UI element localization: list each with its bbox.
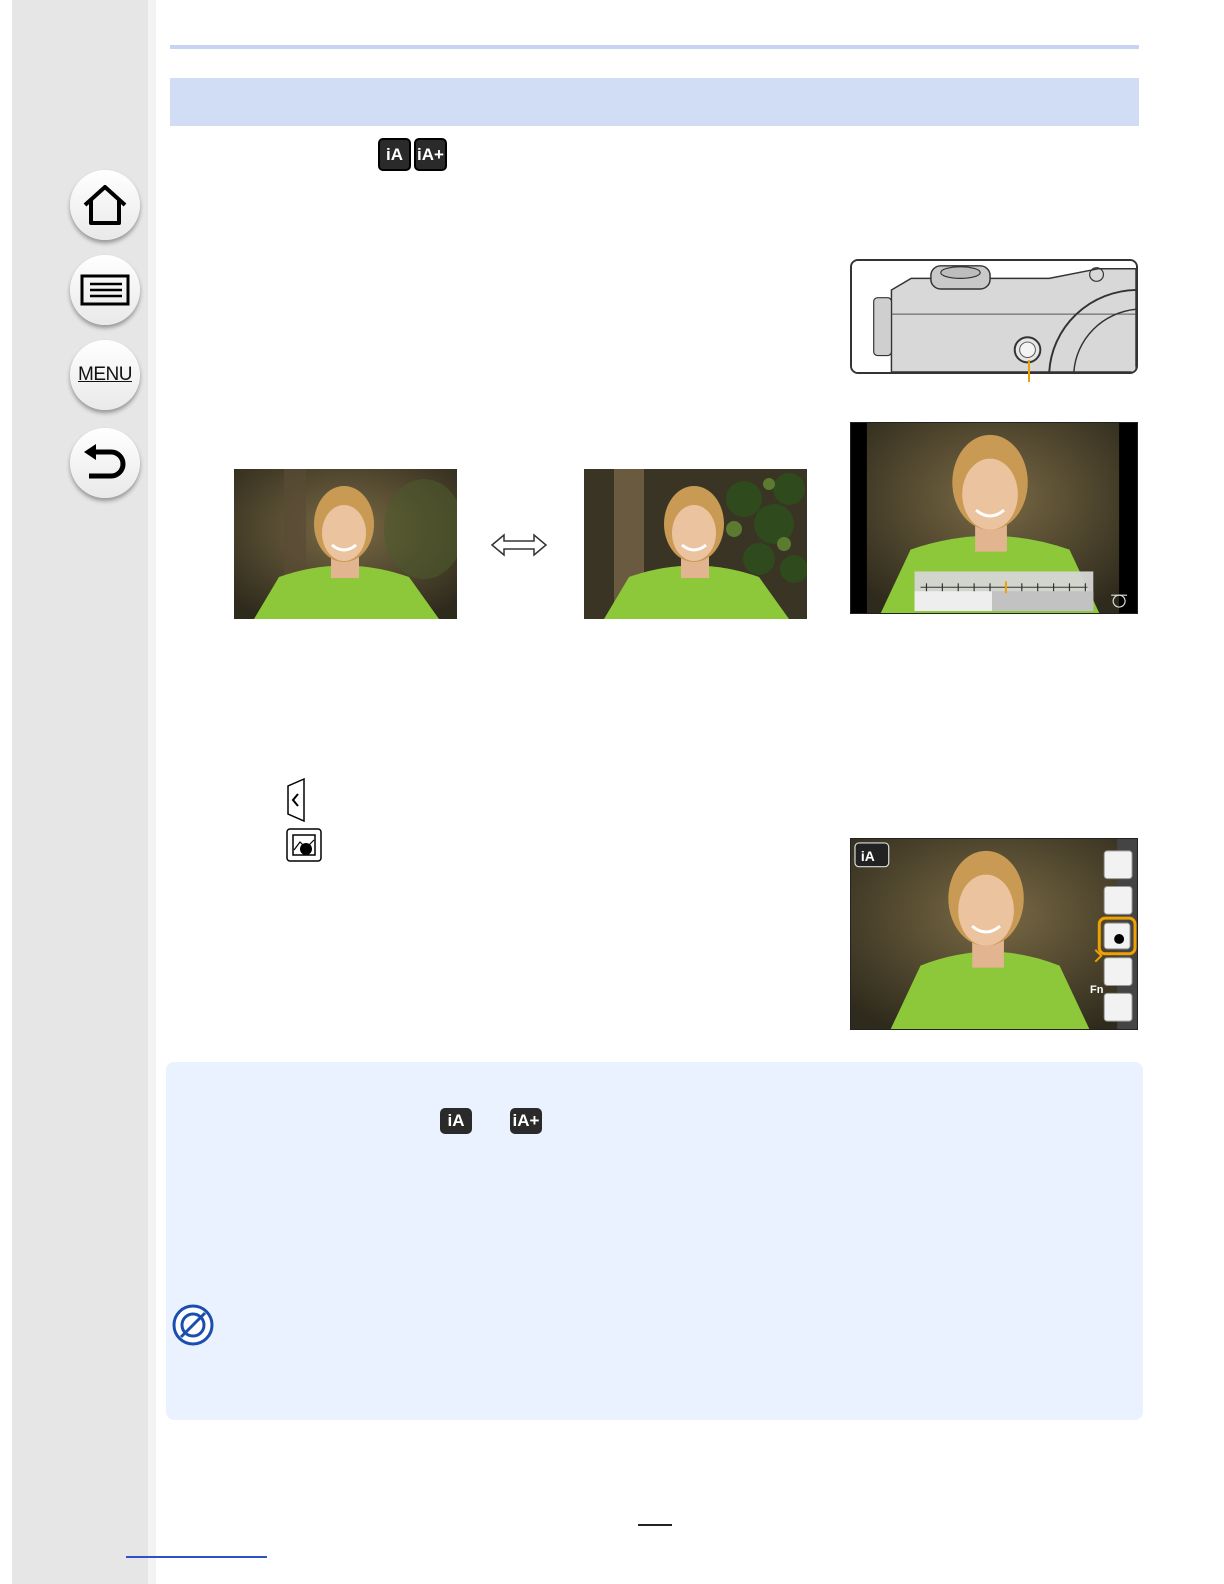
intelligent-auto-plus-label: iA+ — [417, 144, 444, 164]
notes-intelligent-auto-label: iA — [447, 1111, 465, 1130]
page-number-rule — [638, 1524, 672, 1526]
back-icon — [84, 444, 126, 479]
notes-intelligent-auto-plus-icon: iA+ — [510, 1108, 542, 1134]
sidebar — [12, 0, 148, 1584]
touch-menu-screen: iA Fn — [850, 838, 1138, 1030]
home-button[interactable] — [70, 170, 140, 240]
notes-intelligent-auto-icon: iA — [440, 1108, 472, 1134]
not-available-icon — [172, 1304, 214, 1346]
fn-label: Fn — [1090, 984, 1104, 996]
contents-button[interactable] — [70, 255, 140, 325]
camera-illustration — [850, 259, 1138, 374]
tab-open-icon — [286, 777, 306, 823]
photo-sharp-background — [584, 469, 807, 619]
notes-intelligent-auto-plus-label: iA+ — [512, 1111, 540, 1130]
intelligent-auto-plus-icon: iA+ — [414, 138, 447, 171]
menu-label: MENU — [78, 364, 132, 385]
menu-button[interactable]: MENU — [70, 340, 140, 410]
header-rule — [170, 45, 1139, 49]
footer-link[interactable] — [126, 1556, 267, 1558]
svg-text:iA: iA — [861, 848, 875, 864]
home-icon — [83, 185, 127, 225]
sidebar-edge — [148, 0, 156, 1584]
notes-panel — [166, 1062, 1143, 1420]
section-title-band — [170, 78, 1139, 126]
intelligent-auto-icon: iA — [378, 138, 411, 171]
defocus-control-icon — [286, 828, 322, 862]
double-arrow-icon — [490, 533, 548, 557]
lcd-defocus-slider-screen — [850, 422, 1138, 614]
callout-line — [1028, 360, 1030, 382]
intelligent-auto-label: iA — [386, 144, 403, 164]
back-button[interactable] — [70, 428, 140, 498]
list-icon — [80, 274, 130, 306]
photo-defocused — [234, 469, 457, 619]
